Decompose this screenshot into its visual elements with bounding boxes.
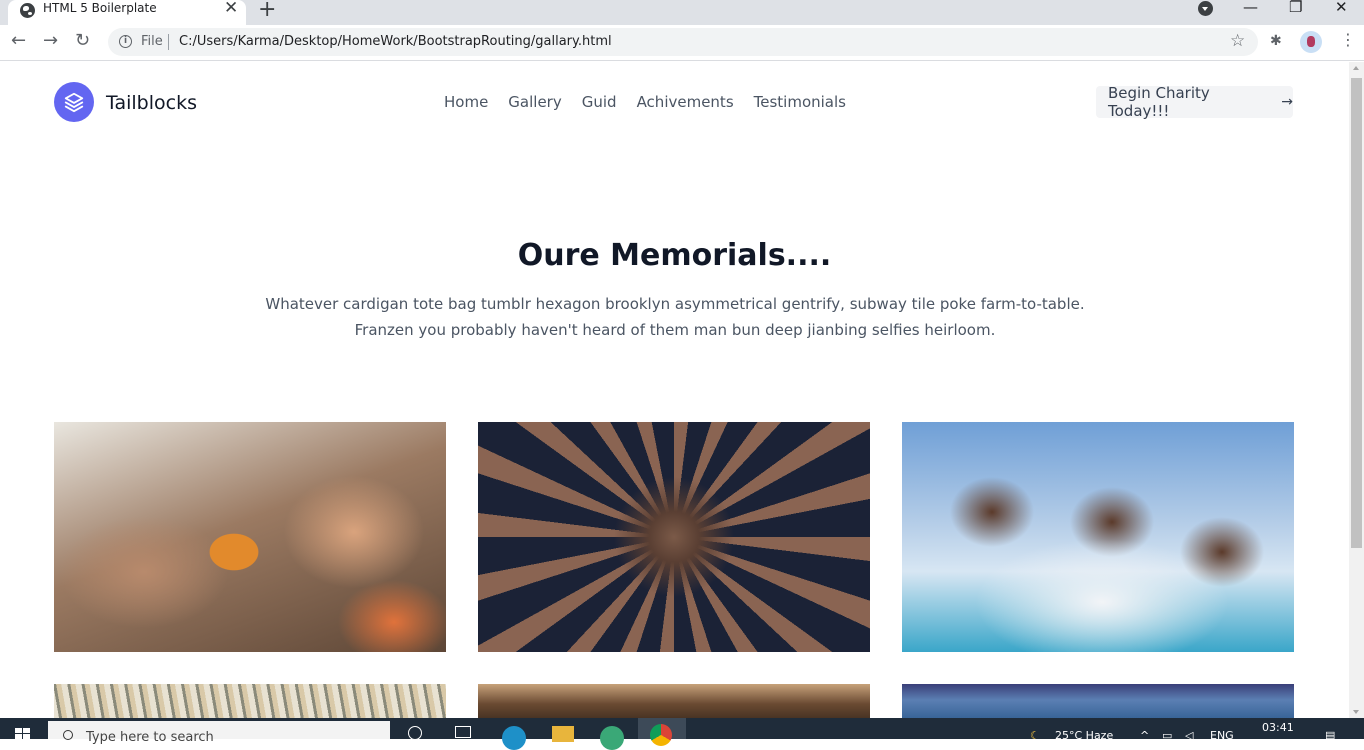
restore-button[interactable]: ❐	[1289, 0, 1302, 16]
chrome-icon	[650, 724, 672, 746]
gallery-image-crowd	[54, 684, 446, 718]
volume-icon[interactable]: ◁	[1185, 729, 1193, 742]
language-indicator[interactable]: ENG	[1210, 729, 1234, 742]
browser-tab[interactable]: HTML 5 Boilerplate ✕	[8, 0, 246, 25]
profile-avatar[interactable]	[1300, 31, 1322, 53]
page-title: Oure Memorials....	[517, 238, 832, 273]
edge-icon[interactable]	[502, 726, 526, 750]
page-viewport: Tailblocks Home Gallery Guid Achivements…	[0, 62, 1349, 718]
forward-arrow-icon[interactable]: →	[43, 30, 58, 51]
task-view-icon[interactable]	[455, 726, 471, 738]
gallery-image-smiling-kids	[902, 422, 1294, 652]
main-nav: Home Gallery Guid Achivements Testimonia…	[444, 93, 846, 111]
intro-text: Whatever cardigan tote bag tumblr hexago…	[265, 295, 1085, 339]
notifications-icon[interactable]: ▤	[1325, 729, 1335, 742]
arrow-right-icon: →	[1281, 94, 1293, 110]
info-icon[interactable]: i	[119, 35, 132, 48]
address-bar[interactable]: i File C:/Users/Karma/Desktop/HomeWork/B…	[108, 28, 1258, 56]
browser-menu-icon[interactable]: ⋮	[1340, 30, 1356, 49]
globe-icon	[20, 3, 35, 18]
nav-link-home[interactable]: Home	[444, 93, 488, 111]
browser-toolbar: ← → ↻ i File C:/Users/Karma/Desktop/Home…	[0, 25, 1364, 61]
new-tab-button[interactable]: +	[258, 0, 276, 22]
gallery-image-joined-hands	[478, 422, 870, 652]
scroll-up-arrow-icon[interactable]	[1353, 66, 1359, 70]
network-icon[interactable]: ▭	[1162, 729, 1172, 742]
weather-text[interactable]: 25°C Haze	[1055, 729, 1113, 742]
vertical-scrollbar[interactable]	[1349, 62, 1364, 718]
windows-start-icon[interactable]	[15, 728, 30, 739]
tray-chevron-icon[interactable]: ^	[1140, 729, 1149, 742]
gallery-image-village-group	[478, 684, 870, 718]
extensions-puzzle-icon[interactable]: ✱	[1270, 33, 1282, 49]
begin-charity-label: Begin Charity Today!!!	[1108, 84, 1210, 120]
scheme-label: File	[141, 34, 163, 49]
nav-link-achivements[interactable]: Achivements	[637, 93, 734, 111]
nav-link-guid[interactable]: Guid	[582, 93, 617, 111]
reload-icon[interactable]: ↻	[75, 30, 90, 51]
close-tab-icon[interactable]: ✕	[224, 0, 238, 17]
cortana-icon[interactable]	[408, 726, 422, 740]
bookmark-star-icon[interactable]: ☆	[1230, 31, 1245, 51]
nav-link-gallery[interactable]: Gallery	[508, 93, 561, 111]
windows-taskbar: Type here to search ☾ 25°C Haze ^ ▭ ◁ EN…	[0, 718, 1364, 750]
clock-time[interactable]: 03:41	[1262, 721, 1294, 734]
browser-tabstrip: HTML 5 Boilerplate ✕ + — ❐ ✕	[0, 0, 1364, 25]
file-explorer-icon[interactable]	[552, 726, 574, 742]
weather-moon-icon: ☾	[1030, 729, 1040, 742]
tab-title: HTML 5 Boilerplate	[43, 1, 157, 15]
atom-icon[interactable]	[600, 726, 624, 750]
scrollbar-thumb[interactable]	[1351, 78, 1362, 548]
back-arrow-icon[interactable]: ←	[11, 30, 26, 51]
gallery-image-women-group	[902, 684, 1294, 718]
gallery-image-children-hands	[54, 422, 446, 652]
close-window-button[interactable]: ✕	[1335, 0, 1348, 16]
brand-name[interactable]: Tailblocks	[106, 92, 197, 114]
scroll-down-arrow-icon[interactable]	[1353, 710, 1359, 714]
nav-link-testimonials[interactable]: Testimonials	[754, 93, 846, 111]
taskbar-search-box[interactable]: Type here to search	[48, 721, 390, 745]
minimize-button[interactable]: —	[1243, 0, 1258, 16]
taskbar-search-placeholder: Type here to search	[86, 730, 214, 745]
begin-charity-button[interactable]: Begin Charity Today!!! →	[1096, 84, 1293, 120]
brand-logo-icon[interactable]	[54, 82, 94, 122]
address-divider	[168, 34, 169, 50]
url-text[interactable]: C:/Users/Karma/Desktop/HomeWork/Bootstra…	[179, 34, 612, 49]
tab-search-icon[interactable]	[1198, 1, 1213, 16]
